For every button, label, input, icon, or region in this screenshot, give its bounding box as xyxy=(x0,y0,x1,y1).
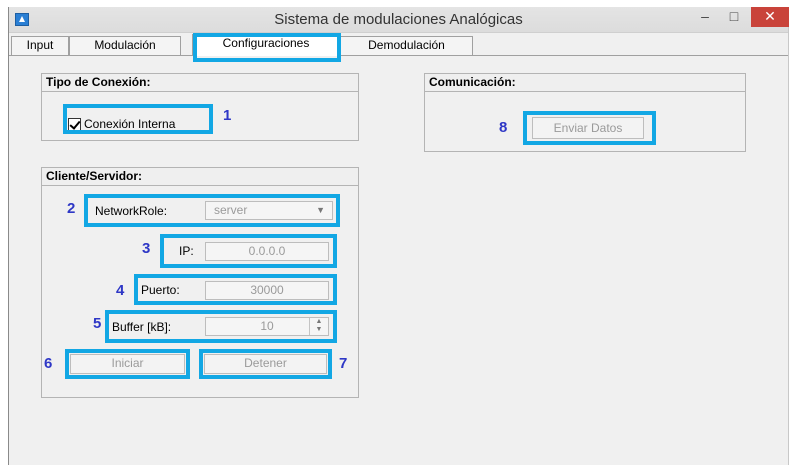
maximize-button[interactable]: □ xyxy=(721,7,747,27)
app-window: Sistema de modulaciones Analógicas – □ ✕… xyxy=(8,7,789,465)
network-role-label: NetworkRole: xyxy=(95,204,168,218)
ip-field[interactable]: 0.0.0.0 xyxy=(205,242,329,261)
ip-label: IP: xyxy=(179,244,194,258)
cliente-servidor-title: Cliente/Servidor: xyxy=(42,168,358,186)
badge-3: 3 xyxy=(142,240,151,257)
network-role-value: server xyxy=(214,203,248,217)
badge-4: 4 xyxy=(116,282,125,299)
close-button[interactable]: ✕ xyxy=(751,7,789,27)
tab-demodulacion[interactable]: Demodulación xyxy=(340,36,473,55)
highlight-conexion-interna xyxy=(63,104,213,134)
badge-6: 6 xyxy=(44,355,53,372)
spinner-arrows-icon[interactable]: ▲ ▼ xyxy=(309,318,328,335)
network-role-select[interactable]: server ▼ xyxy=(205,201,333,220)
badge-8: 8 xyxy=(499,119,508,136)
puerto-label: Puerto: xyxy=(141,283,180,297)
badge-7: 7 xyxy=(339,355,348,372)
title-bar: Sistema de modulaciones Analógicas – □ ✕ xyxy=(9,7,789,33)
tab-input[interactable]: Input xyxy=(11,36,69,55)
badge-5: 5 xyxy=(93,315,102,332)
badge-1: 1 xyxy=(223,107,232,124)
highlight-tab-configuraciones xyxy=(193,33,341,62)
puerto-field[interactable]: 30000 xyxy=(205,281,329,300)
tab-modulacion[interactable]: Modulación xyxy=(69,36,181,55)
tab-bar: Input Modulación Configuraciones Demodul… xyxy=(9,33,788,56)
buffer-value: 10 xyxy=(260,319,274,333)
buffer-stepper[interactable]: 10 ▲ ▼ xyxy=(205,317,329,336)
minimize-button[interactable]: – xyxy=(692,7,718,27)
comunicacion-title: Comunicación: xyxy=(425,74,745,92)
window-title: Sistema de modulaciones Analógicas xyxy=(274,11,523,28)
highlight-enviar-datos xyxy=(523,111,656,145)
buffer-label: Buffer [kB]: xyxy=(112,320,172,334)
badge-2: 2 xyxy=(67,200,76,217)
chevron-down-icon: ▼ xyxy=(316,205,325,215)
iniciar-button[interactable]: Iniciar xyxy=(70,354,185,374)
tipo-conexion-title: Tipo de Conexión: xyxy=(42,74,358,92)
detener-button[interactable]: Detener xyxy=(204,354,327,374)
